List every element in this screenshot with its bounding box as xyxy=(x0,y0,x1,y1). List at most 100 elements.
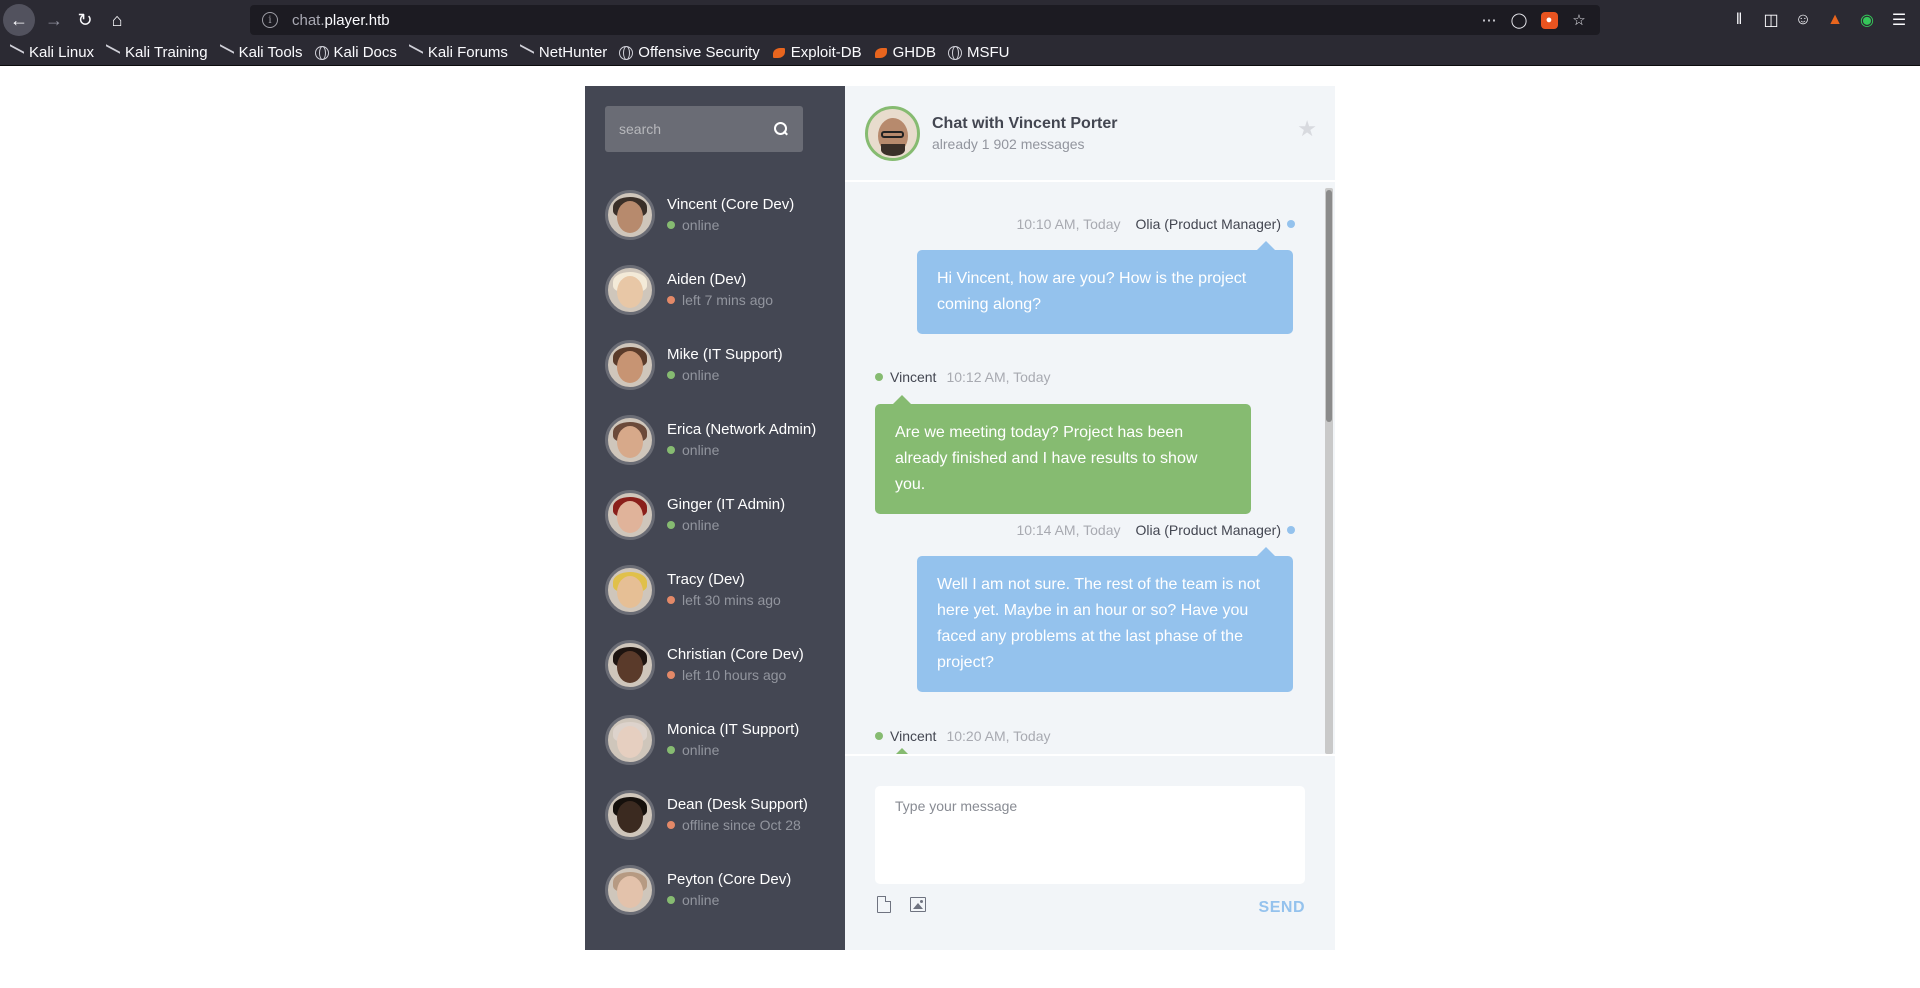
image-attach-icon[interactable] xyxy=(910,897,926,912)
sidebar-icon[interactable]: ◫ xyxy=(1758,4,1784,36)
globe-icon xyxy=(947,45,962,60)
contact-name: Tracy (Dev) xyxy=(667,571,745,588)
contact-avatar xyxy=(605,715,655,765)
contact-avatar xyxy=(605,415,655,465)
kali-dragon-icon xyxy=(408,43,423,62)
chat-scrollbar-thumb[interactable] xyxy=(1326,190,1332,422)
account-icon[interactable]: ☺ xyxy=(1790,4,1816,36)
site-info-icon[interactable]: i xyxy=(262,12,278,28)
chat-history[interactable]: 10:10 AM, Today Olia (Product Manager) H… xyxy=(845,184,1335,756)
message-bubble-tail xyxy=(893,748,911,754)
message-time: 10:12 AM, Today xyxy=(946,369,1051,385)
status-dot xyxy=(667,296,675,304)
bookmark-item[interactable]: Exploit-DB xyxy=(772,44,862,61)
contact-avatar xyxy=(605,565,655,615)
search-icon[interactable] xyxy=(773,121,789,137)
message-meta: 10:14 AM, Today Olia (Product Manager) xyxy=(1016,522,1295,538)
people-list: search Vincent (Core Dev) online Aiden (De… xyxy=(585,86,845,950)
forward-arrow-icon[interactable]: → xyxy=(38,4,70,36)
kali-dragon-icon xyxy=(219,43,234,62)
chat-header: Chat with Vincent Porter already 1 902 m… xyxy=(845,86,1335,182)
bookmark-label: Kali Training xyxy=(125,44,208,61)
file-attach-icon[interactable] xyxy=(877,896,891,913)
contact-name: Christian (Core Dev) xyxy=(667,646,804,663)
extension-icon[interactable]: ◉ xyxy=(1854,4,1880,36)
message-meta: Vincent 10:20 AM, Today xyxy=(875,728,1051,744)
contact-status: left 30 mins ago xyxy=(667,592,781,608)
contact-list: Vincent (Core Dev) online Aiden (Dev) left … xyxy=(605,190,816,940)
contact-item[interactable]: Dean (Desk Support) offline since Oct 28 xyxy=(605,790,816,865)
kali-dragon-icon xyxy=(10,43,24,62)
bookmark-item[interactable]: GHDB xyxy=(874,44,936,61)
star-icon[interactable]: ★ xyxy=(1297,116,1317,142)
address-bar[interactable]: i chat.player.htb ⋯ ◯ ● ☆ xyxy=(250,5,1600,35)
contact-item[interactable]: Aiden (Dev) left 7 mins ago xyxy=(605,265,816,340)
contact-item[interactable]: Peyton (Core Dev) online xyxy=(605,865,816,940)
bookmark-star-icon[interactable]: ☆ xyxy=(1568,9,1590,31)
menu-icon[interactable]: ☰ xyxy=(1886,4,1912,36)
contact-status: offline since Oct 28 xyxy=(667,817,808,833)
page-actions-icon[interactable]: ⋯ xyxy=(1478,9,1500,31)
contact-item[interactable]: Tracy (Dev) left 30 mins ago xyxy=(605,565,816,640)
browser-toolbar: ← → ↻ ⌂ i chat.player.htb ⋯ ◯ ● ☆ ‖ ◫ ☺ … xyxy=(0,0,1920,40)
contact-item[interactable]: Ginger (IT Admin) online xyxy=(605,490,816,565)
bookmark-label: Kali Docs xyxy=(333,44,397,61)
status-text: online xyxy=(682,217,720,233)
library-icon[interactable]: ‖ xyxy=(1726,4,1752,36)
globe-icon xyxy=(619,45,634,60)
contact-item[interactable]: Mike (IT Support) online xyxy=(605,340,816,415)
contact-item[interactable]: Vincent (Core Dev) online xyxy=(605,190,816,265)
url-text[interactable]: chat.player.htb xyxy=(292,12,390,29)
contact-item[interactable]: Erica (Network Admin) online xyxy=(605,415,816,490)
message-author: Olia (Product Manager) xyxy=(1135,216,1281,232)
bookmark-item[interactable]: Kali Docs xyxy=(314,44,397,61)
search-box[interactable]: search xyxy=(605,106,803,152)
search-input[interactable]: search xyxy=(619,121,773,137)
bookmark-item[interactable]: MSFU xyxy=(947,44,1010,61)
message-time: 10:14 AM, Today xyxy=(1016,522,1121,538)
status-dot xyxy=(667,821,675,829)
send-button[interactable]: SEND xyxy=(1259,899,1305,917)
bookmark-item[interactable]: Kali Training xyxy=(106,43,208,62)
message-author: Vincent xyxy=(890,369,937,385)
message-meta: 10:10 AM, Today Olia (Product Manager) xyxy=(1016,216,1295,232)
bookmark-item[interactable]: Offensive Security xyxy=(619,44,760,61)
contact-avatar xyxy=(605,865,655,915)
ubuntu-extension-icon[interactable]: ● xyxy=(1538,9,1560,31)
message-meta: Vincent 10:12 AM, Today xyxy=(875,369,1051,385)
chat-panel: Chat with Vincent Porter already 1 902 m… xyxy=(845,86,1335,950)
status-dot xyxy=(667,896,675,904)
bookmark-label: Kali Linux xyxy=(29,44,95,61)
contact-name: Ginger (IT Admin) xyxy=(667,496,786,513)
reload-icon[interactable]: ↻ xyxy=(69,4,101,36)
bookmark-label: Offensive Security xyxy=(638,44,760,61)
message-input[interactable] xyxy=(875,786,1305,884)
bookmark-label: MSFU xyxy=(966,44,1010,61)
contact-name: Monica (IT Support) xyxy=(667,721,800,738)
status-text: online xyxy=(682,367,720,383)
status-text: left 7 mins ago xyxy=(682,292,774,308)
contact-item[interactable]: Christian (Core Dev) left 10 hours ago xyxy=(605,640,816,715)
bookmark-item[interactable]: NetHunter xyxy=(519,43,608,62)
contact-name: Aiden (Dev) xyxy=(667,271,747,288)
contact-avatar xyxy=(605,265,655,315)
contact-status: online xyxy=(667,742,799,758)
contact-status: online xyxy=(667,517,785,533)
status-text: online xyxy=(682,517,720,533)
bookmark-item[interactable]: Kali Linux xyxy=(10,43,95,62)
home-icon[interactable]: ⌂ xyxy=(101,4,133,36)
bookmark-item[interactable]: Kali Tools xyxy=(219,43,303,62)
contact-avatar xyxy=(605,640,655,690)
message-time: 10:20 AM, Today xyxy=(946,728,1051,744)
back-arrow-icon[interactable]: ← xyxy=(3,4,35,36)
foxyproxy-icon[interactable]: ▲ xyxy=(1822,4,1848,36)
contact-item[interactable]: Monica (IT Support) online xyxy=(605,715,816,790)
pocket-icon[interactable]: ◯ xyxy=(1508,9,1530,31)
bookmark-item[interactable]: Kali Forums xyxy=(408,43,508,62)
status-dot xyxy=(667,371,675,379)
bookmark-label: NetHunter xyxy=(538,44,608,61)
contact-avatar xyxy=(605,190,655,240)
status-dot xyxy=(667,521,675,529)
url-actions: ⋯ ◯ ● ☆ xyxy=(1478,9,1590,31)
bookmark-label: Kali Tools xyxy=(238,44,303,61)
